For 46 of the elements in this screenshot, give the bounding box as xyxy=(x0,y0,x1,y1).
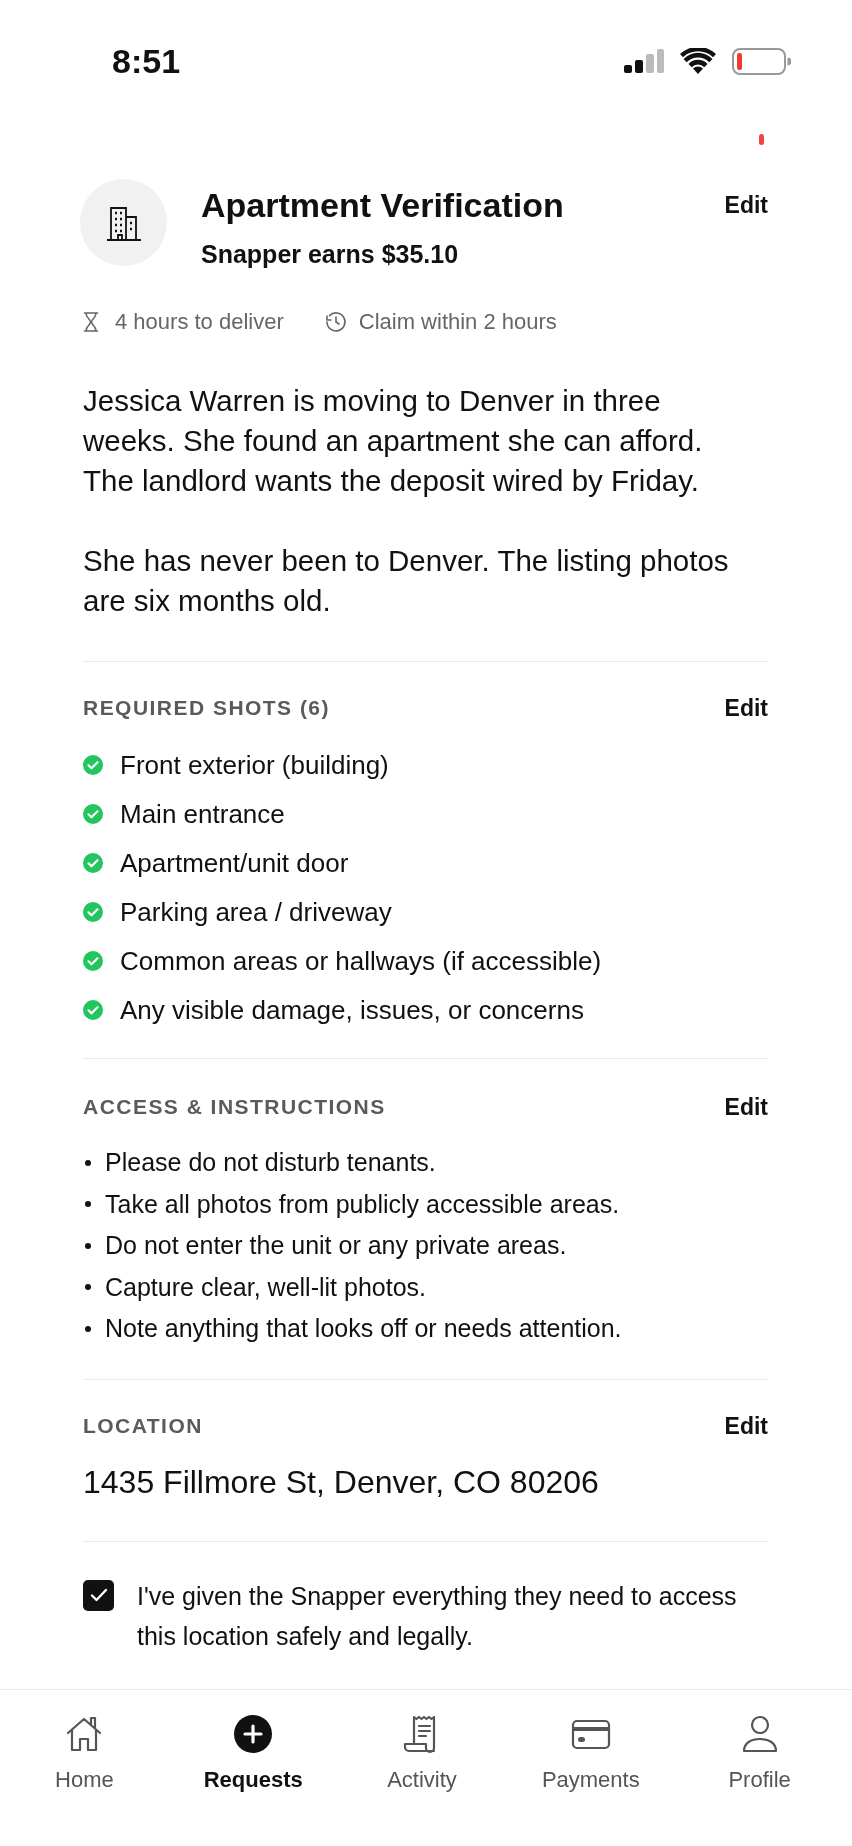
instruction-text: Capture clear, well-lit photos. xyxy=(105,1271,426,1303)
section-title: REQUIRED SHOTS (6) xyxy=(83,696,330,720)
nav-tab[interactable]: Requests xyxy=(203,1714,303,1793)
shot-label: Parking area / driveway xyxy=(120,897,392,927)
bullet-icon xyxy=(85,1284,91,1291)
edit-button[interactable]: Edit xyxy=(724,1413,768,1438)
instruction-text: Note anything that looks off or needs attention. xyxy=(105,1313,622,1344)
meta-text: Claim within 2 hours xyxy=(358,310,557,334)
edit-button[interactable]: Edit xyxy=(724,1095,768,1119)
address-text: 1435 Fillmore St, Denver, CO 80206 xyxy=(83,1462,600,1502)
request-title: Apartment Verification xyxy=(201,185,564,225)
signal-icon xyxy=(624,49,664,73)
shot-label: Any visible damage, issues, or concerns xyxy=(120,995,584,1025)
nav-tab[interactable]: Payments xyxy=(541,1714,640,1793)
description-text: She has never been to Denver. The listing photos are six months old. xyxy=(83,543,730,619)
instruction-text: Do not enter the unit or any private areas. xyxy=(105,1230,567,1261)
description-text: Jessica Warren is moving to Denver in three weeks. She found an apartment she can afford. The landlord wants the deposit wired by Friday. xyxy=(83,383,704,499)
bullet-icon xyxy=(85,1242,91,1249)
meta-text: 4 hours to deliver xyxy=(115,310,284,334)
shot-label: Front exterior (building) xyxy=(120,750,389,780)
clock-icon xyxy=(324,311,347,333)
notification-mark-icon xyxy=(759,134,764,145)
nav-tab[interactable]: Profile xyxy=(728,1714,791,1793)
plus-circle-icon xyxy=(233,1714,274,1754)
checkbox[interactable] xyxy=(83,1579,114,1611)
earnings-text: Snapper earns $35.10 xyxy=(201,239,460,269)
shot-label: Apartment/unit door xyxy=(120,848,349,878)
bullet-icon xyxy=(85,1201,91,1208)
section-title: LOCATION xyxy=(83,1413,203,1438)
instruction-text: Please do not disturb tenants. xyxy=(105,1147,436,1178)
instruction-text: Take all photos from publicly accessible areas. xyxy=(105,1188,620,1220)
battery-icon xyxy=(732,47,791,75)
bullet-icon xyxy=(85,1159,91,1166)
checkmark-icon xyxy=(89,1588,108,1602)
wifi-icon xyxy=(680,48,716,74)
nav-tab[interactable]: Activity xyxy=(387,1714,457,1793)
edit-button[interactable]: Edit xyxy=(724,696,768,720)
shot-label: Main entrance xyxy=(120,799,285,829)
hourglass-icon xyxy=(83,312,99,332)
shot-label: Common areas or hallways (if accessible) xyxy=(120,946,602,976)
edit-button[interactable]: Edit xyxy=(724,185,768,225)
bullet-icon xyxy=(85,1325,91,1332)
consent-text: I've given the Snapper everything they need to access this location safely and legally. xyxy=(137,1580,738,1652)
nav-tab[interactable]: Home xyxy=(55,1714,114,1793)
status-time: 8:51 xyxy=(112,41,181,81)
section-title: ACCESS & INSTRUCTIONS xyxy=(83,1095,386,1119)
